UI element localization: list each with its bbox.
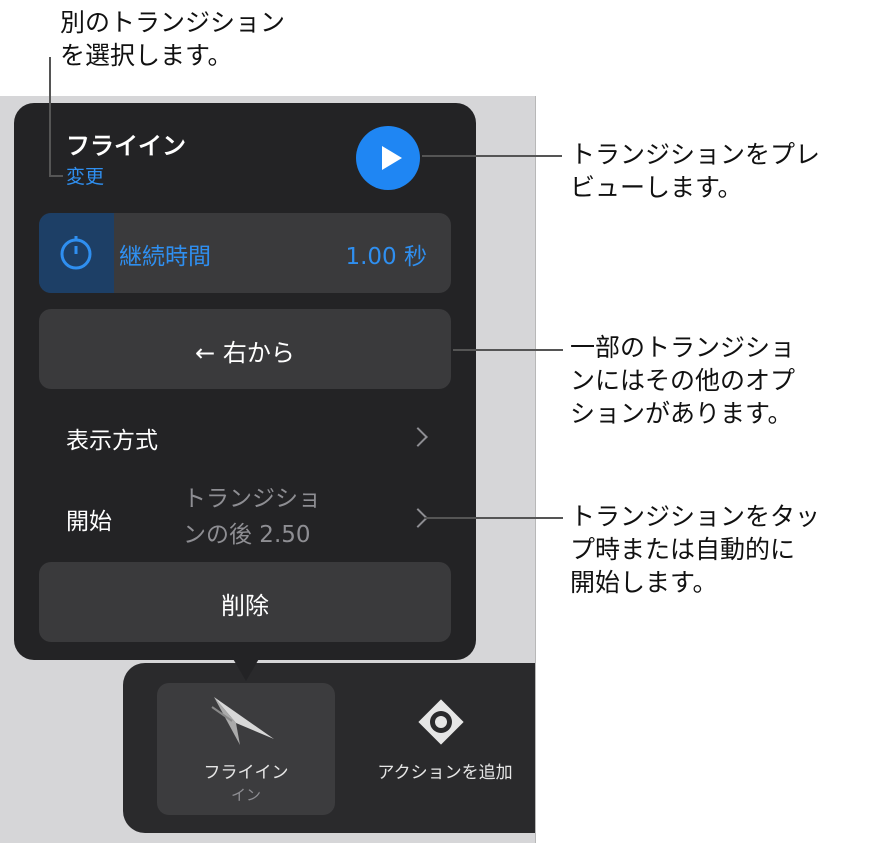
- change-transition-link[interactable]: 変更: [66, 162, 104, 189]
- callout-options: 一部のトランジショ ンにはその他のオプ ションがあります。: [570, 333, 796, 428]
- direction-button[interactable]: ← 右から: [39, 309, 451, 389]
- delete-label: 削除: [221, 592, 269, 620]
- popover-arrow: [232, 657, 260, 681]
- appearance-label: 表示方式: [66, 428, 158, 454]
- duration-label: 継続時間: [119, 244, 211, 270]
- leader-line-options: [453, 349, 563, 351]
- callout-start: トランジションをタッ プ時または自動的に 開始します。: [570, 502, 821, 597]
- leader-line-start: [425, 517, 563, 519]
- leader-line-top: [49, 57, 51, 177]
- leader-line-top-tick: [49, 175, 63, 177]
- add-action-label[interactable]: アクションを追加: [360, 758, 530, 783]
- transition-title: フライイン: [66, 132, 186, 160]
- start-value: トランジショ ンの後 2.50: [183, 486, 321, 548]
- chevron-right-icon: [408, 427, 428, 447]
- fly-in-sub-label: イン: [230, 786, 261, 804]
- paper-plane-icon: [211, 697, 274, 745]
- play-icon[interactable]: [356, 126, 420, 190]
- start-row[interactable]: 開始 トランジショ ンの後 2.50: [39, 478, 451, 554]
- delete-button[interactable]: 削除: [39, 562, 451, 642]
- callout-preview: トランジションをプレ ビューします。: [570, 140, 821, 202]
- add-action-icon[interactable]: [416, 697, 466, 747]
- appearance-row[interactable]: 表示方式: [39, 406, 451, 466]
- callout-change-transition: 別のトランジション を選択します。: [60, 8, 286, 70]
- fly-in-label: フライイン: [203, 763, 289, 783]
- leader-line-preview: [422, 155, 562, 157]
- start-label: 開始: [66, 509, 112, 535]
- duration-value: 1.00 秒: [345, 244, 427, 270]
- direction-label: ← 右から: [195, 339, 295, 367]
- duration-control[interactable]: 継続時間 1.00 秒: [39, 213, 451, 293]
- stopwatch-icon: [60, 236, 92, 270]
